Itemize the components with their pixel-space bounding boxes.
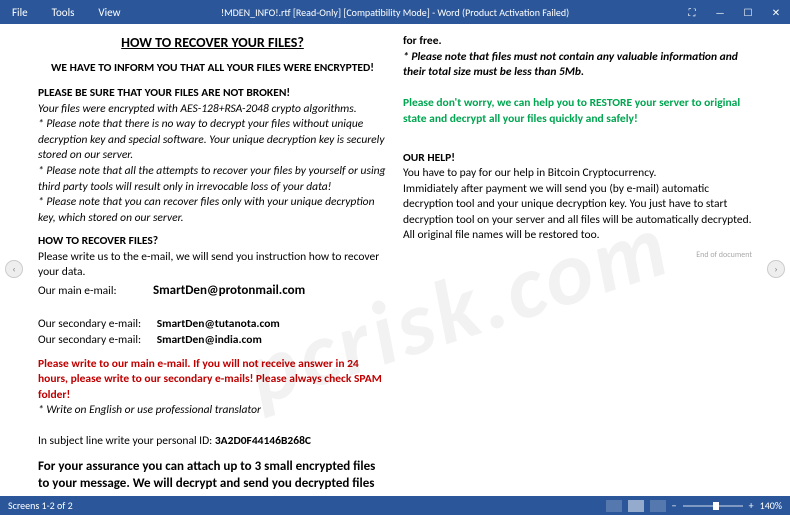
window-title: !MDEN_INFO!.rtf [Read-Only] [Compatibili… [221,6,569,19]
enc-algo: Your files were encrypted with AES-128+R… [38,102,387,118]
doc-title: HOW TO RECOVER YOUR FILES? [38,34,387,53]
window-controls: ⛶ — ☐ ✕ [678,0,790,24]
maximize-icon[interactable]: ☐ [734,0,762,24]
subject-label: In subject line write your personal ID: [38,434,215,448]
our-help-head: OUR HELP! [403,151,752,167]
zoom-slider[interactable] [683,505,743,507]
sec-email-row-1: Our secondary e-mail: SmartDen@tutanota.… [38,317,387,333]
view-print-layout-icon[interactable] [628,500,644,512]
inform-line: WE HAVE TO INFORM YOU THAT ALL YOUR FILE… [38,61,387,77]
pay-bitcoin: You have to pay for our help in Bitcoin … [403,166,752,182]
subject-line: In subject line write your personal ID: … [38,434,387,450]
menu-view[interactable]: View [86,6,132,19]
close-icon[interactable]: ✕ [762,0,790,24]
for-free: for free. [403,34,752,50]
column-right: for free. * Please note that files must … [395,32,760,488]
note-2: * Please note that all the attempts to r… [38,164,387,195]
reading-mode-icon[interactable]: ⛶ [678,0,706,24]
titlebar: File Tools View !MDEN_INFO!.rtf [Read-On… [0,0,790,24]
write-us: Please write us to the e-mail, we will s… [38,250,387,281]
sec-email-label-1: Our secondary e-mail: [38,317,141,331]
document-area: ‹ › pcrisk.com HOW TO RECOVER YOUR FILES… [0,24,790,496]
after-pay: Immidiately after payment we will send y… [403,182,752,244]
view-read-mode-icon[interactable] [606,500,622,512]
zoom-in-icon[interactable]: + [749,499,754,512]
sec-email-1: SmartDen@tutanota.com [157,317,280,331]
note-valuable: * Please note that files must not contai… [403,50,752,81]
note-3: * Please note that you can recover files… [38,195,387,226]
menu-tools[interactable]: Tools [40,6,87,19]
sec-email-row-2: Our secondary e-mail: SmartDen@india.com [38,333,387,349]
personal-id: 3A2D0F44146B268C [215,434,311,448]
translator-note: * Write on English or use professional t… [38,403,387,419]
main-email: SmartDen@protonmail.com [153,283,305,298]
screens-indicator[interactable]: Screens 1-2 of 2 [8,499,73,512]
assurance-text: For your assurance you can attach up to … [38,458,387,493]
column-left: HOW TO RECOVER YOUR FILES? WE HAVE TO IN… [30,32,395,488]
prev-page-button[interactable]: ‹ [5,260,23,278]
besure-head: PLEASE BE SURE THAT YOUR FILES ARE NOT B… [38,86,387,102]
zoom-out-icon[interactable]: − [672,499,677,512]
main-email-row: Our main e-mail: SmartDen@protonmail.com [38,282,387,300]
menu-file[interactable]: File [0,6,40,19]
menu-bar: File Tools View [0,6,132,19]
main-email-label: Our main e-mail: [38,284,117,298]
next-page-button[interactable]: › [767,260,785,278]
status-right: − + 140% [606,499,782,512]
minimize-icon[interactable]: — [706,0,734,24]
note-1: * Please note that there is no way to de… [38,117,387,164]
zoom-level[interactable]: 140% [760,499,782,512]
sec-email-2: SmartDen@india.com [157,333,262,347]
how-head: HOW TO RECOVER FILES? [38,234,387,250]
statusbar: Screens 1-2 of 2 − + 140% [0,496,790,515]
view-web-layout-icon[interactable] [650,500,666,512]
sec-email-label-2: Our secondary e-mail: [38,333,141,347]
green-help: Please don't worry, we can help you to R… [403,96,752,127]
end-of-document: End of document [403,250,752,261]
red-warning: Please write to our main e-mail. If you … [38,357,387,404]
